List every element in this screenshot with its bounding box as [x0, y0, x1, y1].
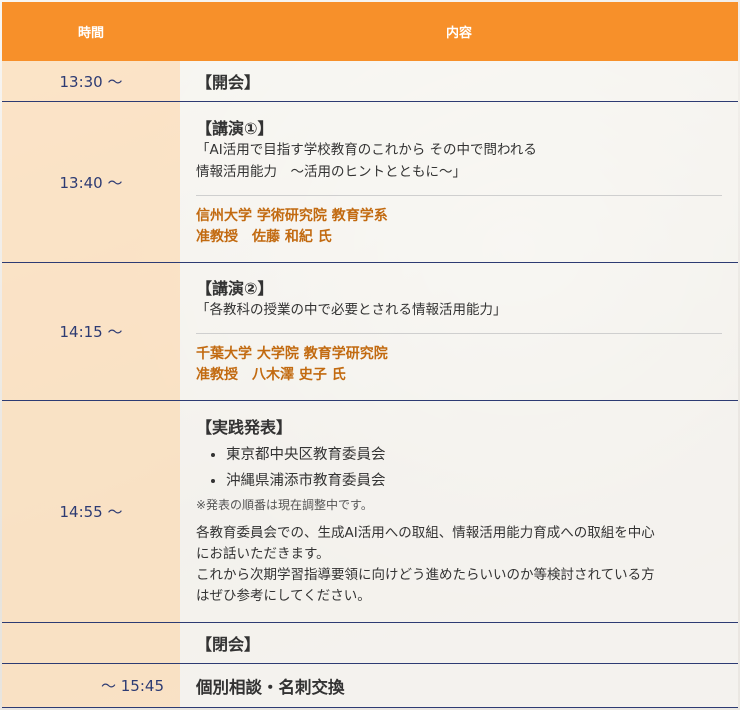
- presenter-list: 東京都中央区教育委員会 沖縄県浦添市教育委員会: [196, 442, 722, 494]
- description-line: これから次期学習指導要領に向けどう進めたらいいのか等検討されている方: [196, 567, 655, 583]
- time-cell: 14:55 ～: [2, 400, 180, 623]
- lecture-title: 情報活用能力 ～活用のヒントとともに～」: [196, 163, 466, 180]
- table-row-closing: 【閉会】: [2, 622, 738, 664]
- content-cell: 【講演①】 「AI活用で目指す学校教育のこれから その中で問われる 情報活用能力…: [180, 101, 738, 263]
- speaker-name: 准教授 佐藤 和紀 氏: [196, 228, 332, 245]
- divider: [196, 333, 722, 334]
- header-row: 時間 内容: [2, 2, 738, 61]
- speaker-affiliation: 信州大学 学術研究院 教育学系: [196, 207, 388, 224]
- section-title: 【講演①】: [196, 118, 274, 138]
- time-cell: [2, 622, 180, 664]
- list-item: 沖縄県浦添市教育委員会: [226, 468, 722, 494]
- table-row-opening: 13:30 ～ 【開会】: [2, 60, 738, 102]
- description-line: 各教育委員会での、生成AI活用への取組、情報活用能力育成への取組を中心: [196, 525, 655, 541]
- section-title: 【実践発表】: [196, 418, 293, 437]
- content-cell: 【開会】: [180, 60, 738, 102]
- speaker-name: 准教授 八木澤 史子 氏: [196, 367, 346, 383]
- content-cell: 【実践発表】 東京都中央区教育委員会 沖縄県浦添市教育委員会 ※発表の順番は現在…: [180, 400, 738, 623]
- table-row-lecture-2: 14:15 ～ 【講演②】 「各教科の授業の中で必要とされる情報活用能力」 千葉…: [2, 262, 738, 401]
- section-title: 【講演②】: [196, 279, 274, 298]
- content-cell: 【閉会】: [180, 622, 738, 664]
- section-title: 【開会】: [196, 73, 261, 92]
- schedule-table: 時間 内容 13:30 ～ 【開会】 13:40 ～ 【講演①】 「AI活用で目…: [2, 2, 738, 708]
- time-cell: 13:40 ～: [2, 101, 180, 263]
- divider: [196, 194, 722, 196]
- time-cell: 13:30 ～: [2, 60, 180, 102]
- content-cell: 【講演②】 「各教科の授業の中で必要とされる情報活用能力」 千葉大学 大学院 教…: [180, 262, 738, 401]
- table-row-practice: 14:55 ～ 【実践発表】 東京都中央区教育委員会 沖縄県浦添市教育委員会 ※…: [2, 400, 738, 623]
- header-time: 時間: [2, 2, 180, 61]
- section-title: 個別相談・名刺交換: [196, 677, 345, 697]
- lecture-title: 「AI活用で目指す学校教育のこれから その中で問われる: [196, 141, 537, 158]
- time-cell: ～ 15:45: [2, 663, 180, 708]
- order-note: ※発表の順番は現在調整中です。: [196, 498, 373, 512]
- section-title: 【閉会】: [196, 635, 261, 654]
- content-cell: 個別相談・名刺交換: [180, 663, 738, 708]
- description-line: にお話いただきます。: [196, 546, 330, 562]
- time-cell: 14:15 ～: [2, 262, 180, 401]
- header-content: 内容: [180, 2, 738, 61]
- description-line: はぜひ参考にしてください。: [196, 588, 371, 604]
- table-row-consultation: ～ 15:45 個別相談・名刺交換: [2, 663, 738, 708]
- list-item: 東京都中央区教育委員会: [226, 442, 722, 468]
- table-row-lecture-1: 13:40 ～ 【講演①】 「AI活用で目指す学校教育のこれから その中で問われ…: [2, 101, 738, 263]
- lecture-title: 「各教科の授業の中で必要とされる情報活用能力」: [196, 302, 507, 318]
- speaker-affiliation: 千葉大学 大学院 教育学研究院: [196, 346, 388, 362]
